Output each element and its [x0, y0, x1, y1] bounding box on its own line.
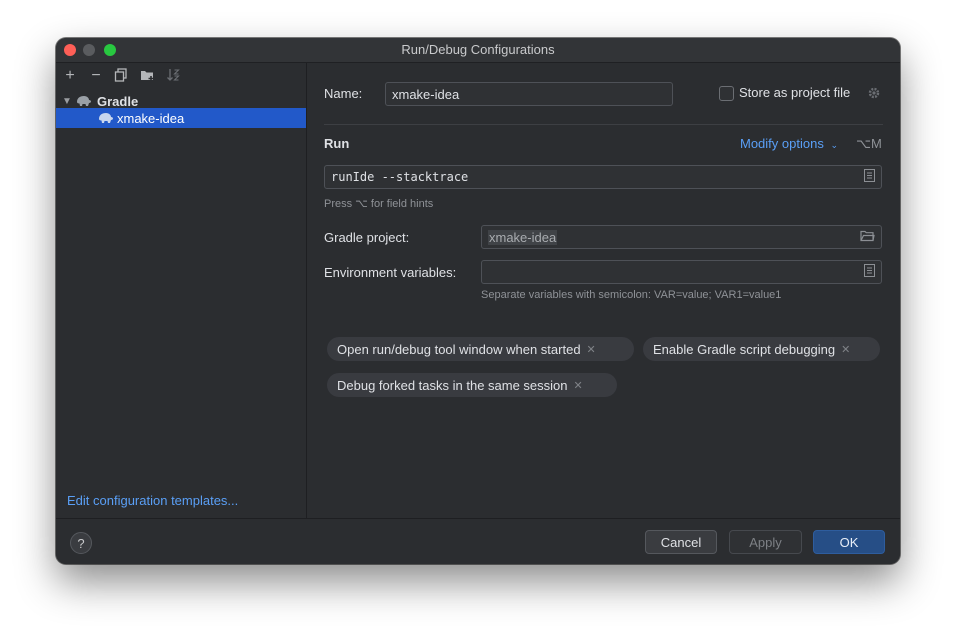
tree-group-label: Gradle [97, 93, 139, 109]
gradle-icon [98, 111, 114, 126]
run-debug-configurations-dialog: Run/Debug Configurations + − ▼ Gradle xm… [56, 38, 900, 564]
gradle-project-field[interactable]: xmake-idea [481, 225, 882, 249]
expand-field-icon[interactable] [864, 169, 875, 185]
cancel-button[interactable]: Cancel [645, 530, 717, 554]
modify-options-link[interactable]: Modify options ⌄ [740, 136, 838, 151]
option-chip-label: Debug forked tasks in the same session [337, 377, 568, 393]
close-icon[interactable]: ✕ [587, 343, 596, 356]
edit-configuration-templates-link[interactable]: Edit configuration templates... [67, 493, 238, 508]
field-hints-text: Press ⌥ for field hints [324, 198, 434, 210]
add-icon[interactable]: + [62, 68, 78, 84]
dialog-footer: ? Cancel Apply OK [56, 518, 900, 564]
separator [324, 124, 883, 125]
gradle-project-value: xmake-idea [488, 229, 558, 245]
store-as-project-file-label: Store as project file [739, 85, 851, 100]
close-icon[interactable]: ✕ [841, 343, 850, 356]
run-section-title: Run [324, 136, 350, 151]
apply-button[interactable]: Apply [729, 530, 802, 554]
help-button[interactable]: ? [70, 532, 92, 554]
new-folder-icon[interactable] [140, 68, 156, 84]
environment-variables-hint: Separate variables with semicolon: VAR=v… [481, 289, 782, 301]
name-field-value: xmake-idea [392, 86, 460, 102]
gear-icon[interactable] [867, 86, 881, 105]
title-bar: Run/Debug Configurations [56, 38, 900, 63]
folder-icon[interactable] [860, 230, 875, 245]
window-title: Run/Debug Configurations [401, 42, 555, 57]
expand-field-icon[interactable] [864, 264, 875, 280]
store-as-project-file-checkbox[interactable] [719, 86, 734, 101]
sort-icon[interactable] [166, 68, 182, 84]
option-chip-label: Enable Gradle script debugging [653, 341, 836, 357]
modify-options-label: Modify options [740, 136, 824, 151]
name-field[interactable]: xmake-idea [385, 82, 673, 106]
gradle-icon [76, 94, 92, 109]
run-command-field[interactable]: runIde --stacktrace [324, 165, 882, 189]
ok-button[interactable]: OK [813, 530, 885, 554]
tree-item-label: xmake-idea [117, 110, 185, 126]
run-command-value: runIde --stacktrace [331, 170, 469, 184]
chevron-down-icon: ⌄ [830, 140, 838, 150]
option-chip[interactable]: Debug forked tasks in the same session ✕ [327, 373, 617, 397]
environment-variables-field[interactable] [481, 260, 882, 284]
chevron-down-icon[interactable]: ▼ [62, 96, 76, 107]
gradle-project-label: Gradle project: [324, 230, 410, 245]
configurations-sidebar: + − ▼ Gradle xmake-idea Edit configurati… [56, 63, 307, 518]
environment-variables-label: Environment variables: [324, 265, 457, 280]
option-chip[interactable]: Open run/debug tool window when started … [327, 337, 634, 361]
close-icon[interactable]: ✕ [574, 379, 583, 392]
modify-options-shortcut: ⌥M [856, 136, 882, 151]
option-chip-label: Open run/debug tool window when started [337, 341, 581, 357]
sidebar-toolbar: + − [62, 67, 182, 85]
name-label: Name: [324, 86, 363, 101]
tree-item-xmake-idea[interactable]: xmake-idea [56, 108, 306, 128]
copy-icon[interactable] [114, 68, 130, 84]
remove-icon[interactable]: − [88, 68, 104, 84]
configuration-editor: Name: xmake-idea Store as project file R… [307, 63, 900, 518]
option-chip[interactable]: Enable Gradle script debugging ✕ [643, 337, 880, 361]
